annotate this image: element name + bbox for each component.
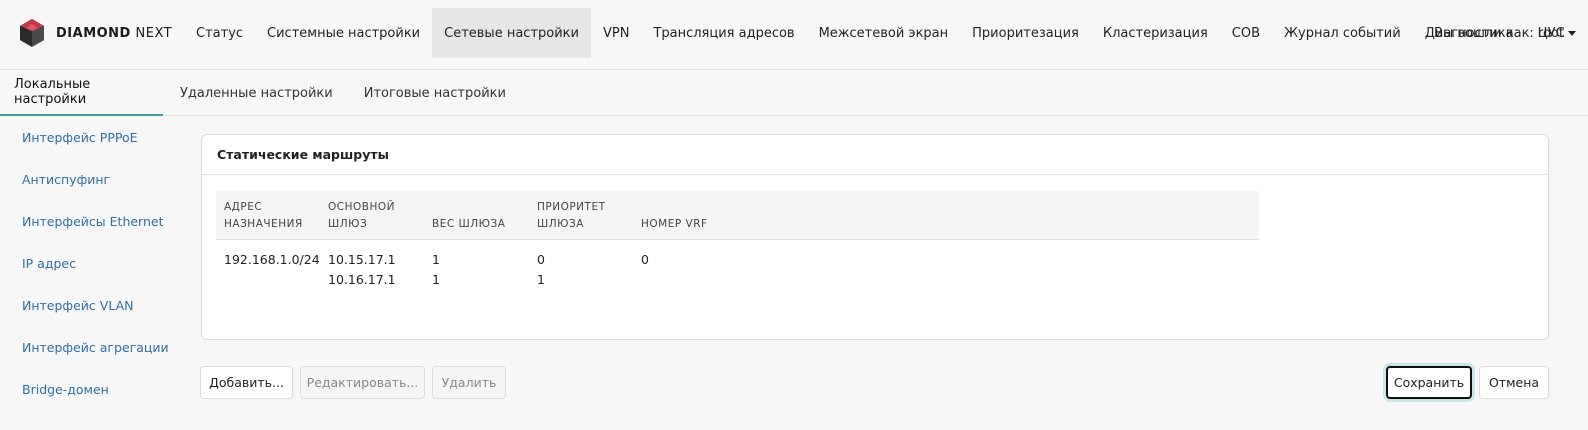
column-header-weight[interactable]: Вес шлюза [424, 191, 529, 239]
table-row[interactable]: 192.168.1.0/24 10.15.17.1 10.16.17.1 1 1… [216, 240, 1259, 290]
nav-item-nat[interactable]: Трансляция адресов [641, 8, 806, 58]
tab-remote-settings[interactable]: Удаленные настройки [163, 70, 350, 116]
nav-item-qos[interactable]: Приоритезация [960, 8, 1091, 58]
diamond-logo-icon [20, 19, 44, 47]
user-label: Вы вошли как: root [1434, 25, 1564, 41]
sidebar-item-vlan[interactable]: Интерфейс VLAN [0, 284, 180, 326]
card-title: Статические маршруты [202, 135, 1548, 175]
chevron-down-icon [1568, 30, 1576, 36]
cell-vrf: 0 [641, 252, 649, 267]
nav-item-ids[interactable]: СОВ [1220, 8, 1272, 58]
top-bar: DIAMOND NEXT Статус Системные настройки … [0, 0, 1588, 70]
sidebar-item-ethernet[interactable]: Интерфейсы Ethernet [0, 200, 180, 242]
sidebar: Интерфейс PPPoE Антиспуфинг Интерфейсы E… [0, 116, 180, 410]
sidebar-item-ip-address[interactable]: IP адрес [0, 242, 180, 284]
brand-logo[interactable]: DIAMOND NEXT [18, 18, 172, 48]
cell-priority: 0 1 [537, 252, 545, 287]
cell-weight: 1 1 [432, 252, 440, 287]
nav-item-clustering[interactable]: Кластеризация [1091, 8, 1220, 58]
nav-item-status[interactable]: Статус [184, 8, 255, 58]
edit-button[interactable]: Редактировать... [300, 366, 425, 399]
table-header: Адрес назначения Основной шлюз Вес шлюза П… [216, 191, 1259, 240]
main-nav: Статус Системные настройки Сетевые настр… [184, 8, 1577, 58]
sidebar-item-pppoe[interactable]: Интерфейс PPPoE [0, 116, 180, 158]
column-header-gateway[interactable]: Основной шлюз [320, 191, 424, 239]
save-button[interactable]: Сохранить [1386, 366, 1472, 399]
nav-item-firewall[interactable]: Межсетевой экран [807, 8, 961, 58]
tab-local-settings[interactable]: Локальные настройки [0, 70, 163, 116]
sidebar-item-bridge-domain[interactable]: Bridge-домен [0, 368, 180, 410]
nav-item-network-settings[interactable]: Сетевые настройки [432, 8, 591, 58]
nav-item-vpn[interactable]: VPN [591, 8, 641, 58]
column-header-priority[interactable]: Приоритет шлюза [529, 191, 633, 239]
static-routes-card: Статические маршруты Адрес назначения Осн… [201, 134, 1549, 340]
delete-button[interactable]: Удалить [432, 366, 506, 399]
cancel-button[interactable]: Отмена [1479, 366, 1549, 399]
add-button[interactable]: Добавить... [200, 366, 293, 399]
tab-summary-settings[interactable]: Итоговые настройки [350, 70, 520, 116]
nav-item-system-settings[interactable]: Системные настройки [255, 8, 432, 58]
routes-table: Адрес назначения Основной шлюз Вес шлюза П… [216, 191, 1259, 290]
sidebar-item-antispoofing[interactable]: Антиспуфинг [0, 158, 180, 200]
cell-gateway: 10.15.17.1 10.16.17.1 [328, 252, 396, 287]
nav-item-event-log[interactable]: Журнал событий [1272, 8, 1413, 58]
user-menu[interactable]: Вы вошли как: root [1434, 8, 1576, 58]
sidebar-item-aggregation[interactable]: Интерфейс агрегации [0, 326, 180, 368]
brand-name: DIAMOND NEXT [56, 25, 173, 41]
sub-tabs: Локальные настройки Удаленные настройки … [0, 70, 1588, 116]
cell-destination: 192.168.1.0/24 [224, 252, 320, 267]
column-header-vrf[interactable]: Номер VRF [633, 191, 753, 239]
column-header-destination[interactable]: Адрес назначения [216, 191, 320, 239]
